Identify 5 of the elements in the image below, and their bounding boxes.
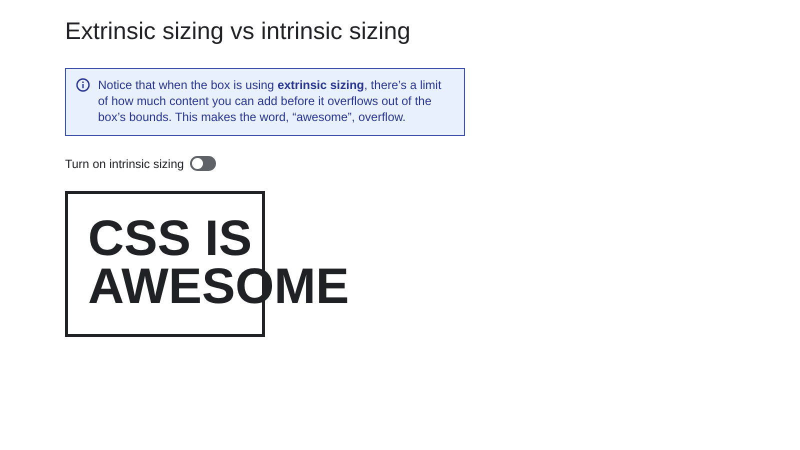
page-heading: Extrinsic sizing vs intrinsic sizing bbox=[65, 18, 410, 46]
toggle-label: Turn on intrinsic sizing bbox=[65, 156, 184, 170]
toggle-switch[interactable] bbox=[190, 156, 216, 171]
info-icon bbox=[76, 78, 90, 92]
notice-text: Notice that when the box is using extrinsic sizing, there’s a limit of how much content you can add before it overflows out of the box’s bounds. This makes the word, “awesome”, overflow. bbox=[98, 77, 442, 125]
